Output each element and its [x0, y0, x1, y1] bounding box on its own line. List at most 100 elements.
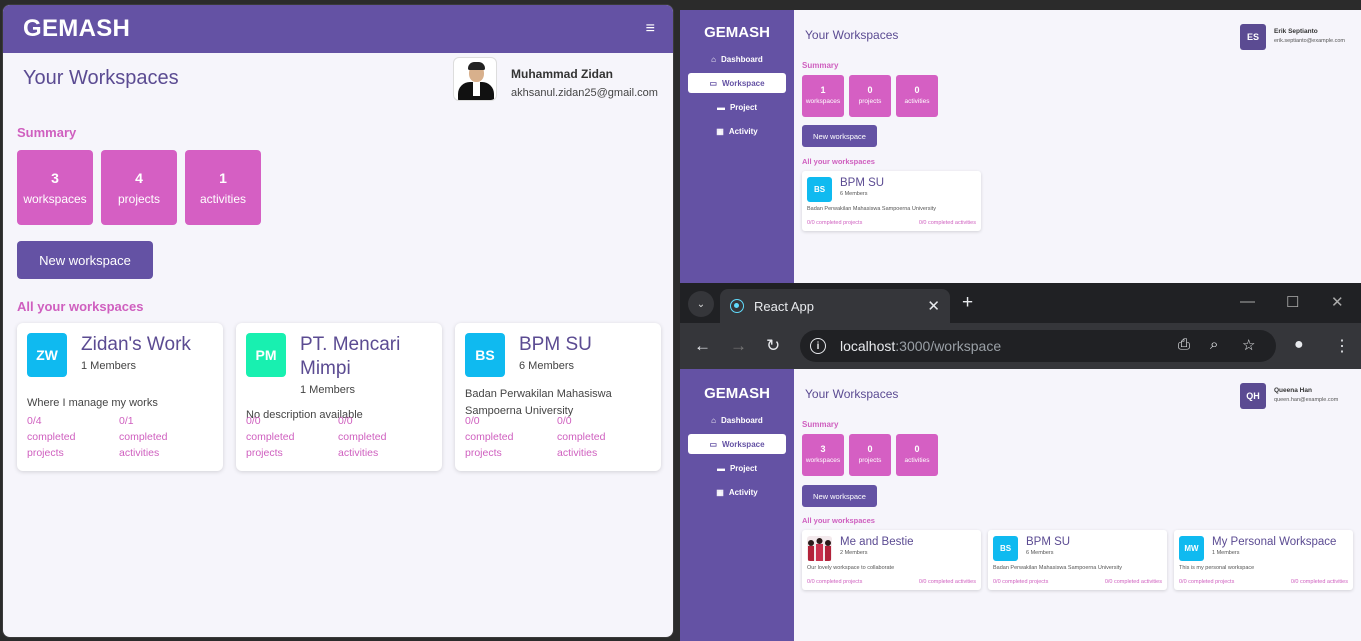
user-email: erik.septianto@example.com	[1274, 38, 1346, 44]
workspace-description: Where I manage my works	[27, 397, 158, 409]
close-tab-icon[interactable]: ✕	[927, 297, 940, 315]
summary-stats: 3 workspaces 4 projects 1 activities	[17, 150, 261, 225]
sidebar-item-dashboard[interactable]: ⌂ Dashboard	[688, 410, 786, 430]
mobile-app-window: GEMASH ≡ Your Workspaces Muhammad Zidan …	[2, 4, 674, 638]
summary-heading: Summary	[802, 420, 839, 429]
user-email: akhsanul.zidan25@gmail.com	[511, 87, 658, 99]
url-text: localhost:3000/workspace	[840, 338, 1002, 354]
completed-projects: 0/0 completed projects	[807, 220, 863, 226]
workspace-members: 6 Members	[840, 191, 868, 197]
workspace-name[interactable]: BPM SU	[1026, 536, 1070, 548]
workspace-name[interactable]: BPM SU	[840, 177, 884, 189]
bookmark-star-icon[interactable]: ☆	[1242, 336, 1255, 354]
tab-react-app[interactable]: React App ✕	[720, 289, 950, 323]
stat-value: 4	[135, 170, 143, 186]
completed-projects: 0/4 completed projects	[27, 415, 76, 459]
profile-icon[interactable]: ●	[1294, 336, 1304, 354]
user-avatar: QH	[1240, 383, 1266, 409]
sidebar-item-activity[interactable]: ▦ Activity	[688, 482, 786, 502]
address-bar[interactable]: i localhost:3000/workspace ⎙ ⌕ ☆	[800, 330, 1276, 362]
sidebar: GEMASH ⌂ Dashboard ▭ Workspace ▬ Project ▦ A…	[680, 369, 794, 641]
forward-icon[interactable]: →	[730, 336, 747, 356]
workspace-card[interactable]: BS BPM SU 6 Members Badan Perwakilan Mah…	[988, 530, 1167, 590]
workspace-card[interactable]: PM PT. Mencari Mimpi 1 Members No descri…	[236, 323, 442, 471]
workspace-name[interactable]: PT. Mencari Mimpi	[300, 333, 436, 381]
workspace-card[interactable]: ZW Zidan's Work 1 Members Where I manage…	[17, 323, 223, 471]
completed-activities: 0/0 completed activities	[1290, 579, 1348, 585]
stat-activities: 0 activities	[896, 434, 938, 476]
completed-projects: 0/0 completed projects	[807, 579, 863, 585]
sidebar-item-dashboard[interactable]: ⌂ Dashboard	[688, 49, 786, 69]
completed-activities: 0/1 completed activities	[119, 415, 168, 459]
calendar-icon: ▦	[716, 126, 724, 136]
workspace-name[interactable]: My Personal Workspace	[1212, 536, 1336, 548]
workspace-avatar: BS	[807, 177, 832, 202]
close-window-icon[interactable]: ✕	[1331, 293, 1344, 311]
workspace-card[interactable]: Me and Bestie 2 Members Our lovely works…	[802, 530, 981, 590]
workspace-members: 1 Members	[81, 360, 137, 372]
sidebar-item-project[interactable]: ▬ Project	[688, 97, 786, 117]
user-profile[interactable]: ES Erik Septianto erik.septianto@example…	[1240, 24, 1345, 50]
new-workspace-button[interactable]: New workspace	[17, 241, 153, 279]
top-header: GEMASH ≡	[3, 5, 673, 53]
stat-projects: 0 projects	[849, 75, 891, 117]
user-name: Queena Han	[1274, 387, 1312, 394]
completed-activities: 0/0 completed activities	[1104, 579, 1162, 585]
stat-label: workspaces	[23, 192, 87, 206]
summary-stats: 1 workspaces 0 projects 0 activities	[802, 75, 938, 117]
user-profile[interactable]: QH Queena Han queen.han@example.com	[1240, 383, 1338, 409]
tab-search-chevron-icon[interactable]: ⌄	[688, 291, 714, 317]
user-avatar: ES	[1240, 24, 1266, 50]
reload-icon[interactable]: ↻	[766, 336, 780, 356]
calendar-icon: ▦	[716, 487, 724, 497]
user-profile[interactable]: Muhammad Zidan akhsanul.zidan25@gmail.co…	[453, 57, 658, 101]
maximize-icon[interactable]: ☐	[1286, 293, 1299, 311]
project-icon: ▬	[716, 463, 725, 473]
sidebar: GEMASH ⌂ Dashboard ▭ Workspace ▬ Project ▦ A…	[680, 10, 794, 283]
site-info-icon[interactable]: i	[810, 338, 826, 354]
brand-logo[interactable]: GEMASH	[680, 24, 794, 41]
main-content: Your Workspaces QH Queena Han queen.han@…	[794, 369, 1361, 641]
browser-viewport: GEMASH ⌂ Dashboard ▭ Workspace ▬ Project ▦ A…	[680, 369, 1361, 641]
page-title: Your Workspaces	[805, 28, 899, 42]
user-email: queen.han@example.com	[1274, 397, 1339, 403]
new-workspace-button[interactable]: New workspace	[802, 485, 877, 507]
workspace-name[interactable]: BPM SU	[519, 333, 655, 357]
stat-label: activities	[199, 192, 246, 206]
stat-workspaces: 1 workspaces	[802, 75, 844, 117]
stat-workspaces: 3 workspaces	[17, 150, 93, 225]
workspace-name[interactable]: Me and Bestie	[840, 536, 914, 548]
new-tab-icon[interactable]: +	[962, 292, 973, 314]
new-workspace-button[interactable]: New workspace	[802, 125, 877, 147]
sidebar-item-activity[interactable]: ▦ Activity	[688, 121, 786, 141]
screen: GEMASH ≡ Your Workspaces Muhammad Zidan …	[0, 0, 1361, 641]
workspace-avatar-image	[807, 536, 832, 561]
completed-activities: 0/0 completed activities	[918, 579, 976, 585]
workspace-name[interactable]: Zidan's Work	[81, 333, 217, 357]
sidebar-item-project[interactable]: ▬ Project	[688, 458, 786, 478]
install-app-icon[interactable]: ⎙	[1178, 336, 1190, 353]
sidebar-item-workspace[interactable]: ▭ Workspace	[688, 434, 786, 454]
workspace-card[interactable]: MW My Personal Workspace 1 Members This …	[1174, 530, 1353, 590]
brand-logo[interactable]: GEMASH	[23, 15, 130, 43]
zoom-icon[interactable]: ⌕	[1210, 336, 1218, 353]
workspace-avatar: BS	[993, 536, 1018, 561]
workspace-card[interactable]: BS BPM SU 6 Members Badan Perwakilan Mah…	[802, 171, 981, 231]
stat-projects: 4 projects	[101, 150, 177, 225]
sidebar-item-workspace[interactable]: ▭ Workspace	[688, 73, 786, 93]
user-avatar-photo	[453, 57, 497, 101]
workspace-card[interactable]: BS BPM SU 6 Members Badan Perwakilan Mah…	[455, 323, 661, 471]
stat-value: 1	[219, 170, 227, 186]
stat-label: projects	[117, 192, 161, 206]
more-menu-icon[interactable]: ⋮	[1334, 336, 1350, 356]
minimize-icon[interactable]: —	[1240, 293, 1255, 310]
workspace-avatar: BS	[465, 333, 505, 377]
workspace-members: 1 Members	[300, 384, 356, 396]
back-icon[interactable]: ←	[694, 336, 711, 356]
stat-projects: 0 projects	[849, 434, 891, 476]
brand-logo[interactable]: GEMASH	[680, 385, 794, 402]
tab-title: React App	[754, 298, 814, 314]
main-content: Your Workspaces ES Erik Septianto erik.s…	[794, 10, 1361, 283]
hamburger-menu-icon[interactable]: ≡	[646, 20, 655, 38]
workspace-card-list: BS BPM SU 6 Members Badan Perwakilan Mah…	[802, 171, 981, 231]
